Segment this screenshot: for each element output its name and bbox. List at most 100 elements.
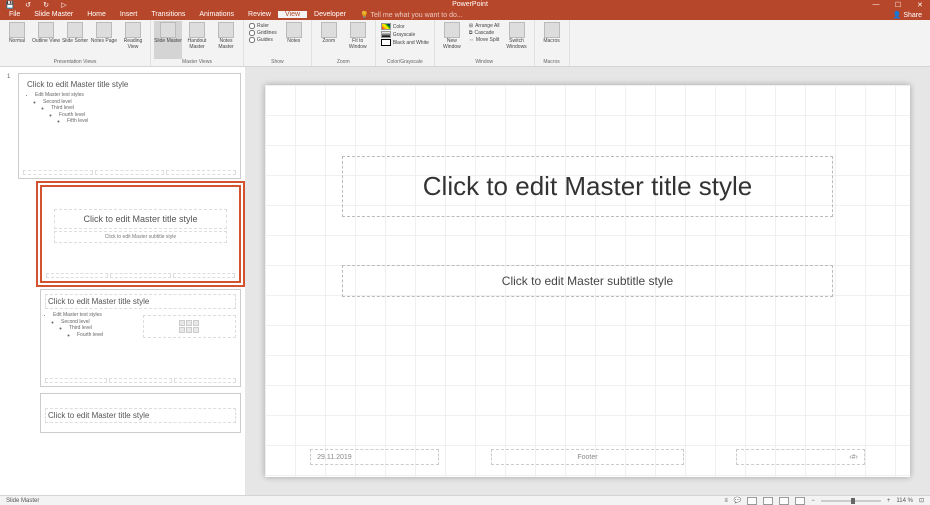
subtitle-placeholder[interactable]: Click to edit Master subtitle style xyxy=(342,265,832,297)
fit-to-window-status-button[interactable]: ⊡ xyxy=(919,497,924,504)
group-label: Zoom xyxy=(315,59,372,66)
status-left: Slide Master xyxy=(6,498,724,504)
slideshow-status-button[interactable] xyxy=(795,497,805,505)
handout-master-button[interactable]: Handout Master xyxy=(183,21,211,59)
gridlines-checkbox[interactable]: Gridlines xyxy=(249,30,277,36)
macros-button[interactable]: Macros xyxy=(538,21,566,59)
slide-master-button[interactable]: Slide Master xyxy=(154,21,182,59)
tell-me-label: Tell me what you want to do... xyxy=(370,12,462,19)
ruler-checkbox[interactable]: Ruler xyxy=(249,23,277,29)
group-color-grayscale: Color Grayscale Black and White Color/Gr… xyxy=(376,20,435,66)
thumb-title: Click to edit Master title style xyxy=(45,408,236,423)
group-label: Window xyxy=(438,59,531,66)
bw-option[interactable]: Black and White xyxy=(381,39,429,46)
tab-developer[interactable]: Developer xyxy=(307,11,353,18)
normal-view-button[interactable]: Normal xyxy=(3,21,31,59)
move-split-button[interactable]: ⇔Move Split xyxy=(469,37,500,43)
new-window-icon xyxy=(444,22,460,38)
sorter-icon xyxy=(67,22,83,38)
cascade-button[interactable]: ⧉Cascade xyxy=(469,30,500,36)
group-zoom: Zoom Fit to Window Zoom xyxy=(312,20,376,66)
title-bar: 💾 ↺ ↻ ▷ PowerPoint — ☐ ✕ xyxy=(0,0,930,9)
quick-access-toolbar: 💾 ↺ ↻ ▷ xyxy=(4,1,70,9)
normal-icon xyxy=(9,22,25,38)
maximize-button[interactable]: ☐ xyxy=(892,1,904,9)
sorter-view-status-button[interactable] xyxy=(763,497,773,505)
color-option[interactable]: Color xyxy=(381,23,429,30)
notes-master-button[interactable]: Notes Master xyxy=(212,21,240,59)
layout-thumbnail-section-header[interactable]: Click to edit Master title style xyxy=(40,393,241,433)
outline-view-button[interactable]: Outline View xyxy=(32,21,60,59)
master-thumbnail[interactable]: 1 Click to edit Master title style Edit … xyxy=(18,73,241,179)
window-controls: — ☐ ✕ xyxy=(870,1,926,9)
switch-icon xyxy=(509,22,525,38)
reading-icon xyxy=(125,22,141,38)
group-label: Master Views xyxy=(154,59,240,66)
tab-animations[interactable]: Animations xyxy=(192,11,241,18)
app-title: PowerPoint xyxy=(452,1,488,8)
footer-placeholder[interactable]: Footer xyxy=(491,449,685,465)
tab-home[interactable]: Home xyxy=(80,11,113,18)
slide-canvas[interactable]: Click to edit Master title style Click t… xyxy=(265,85,910,477)
comments-status-button[interactable]: 💬 xyxy=(734,497,741,504)
zoom-in-button[interactable]: + xyxy=(887,498,891,504)
group-master-views: Slide Master Handout Master Notes Master… xyxy=(151,20,244,66)
ribbon-tabs: File Slide Master Home Insert Transition… xyxy=(0,9,930,20)
thumb-bullets: Edit Master text styles Second level Thi… xyxy=(45,312,139,338)
bw-swatch-icon xyxy=(381,39,391,46)
save-icon[interactable]: 💾 xyxy=(4,1,16,9)
title-placeholder[interactable]: Click to edit Master title style xyxy=(342,156,832,217)
close-button[interactable]: ✕ xyxy=(914,1,926,9)
thumb-number: 1 xyxy=(7,74,10,80)
slide-editor: Click to edit Master title style Click t… xyxy=(245,67,930,495)
tab-insert[interactable]: Insert xyxy=(113,11,145,18)
tab-view[interactable]: View xyxy=(278,11,307,18)
layout-thumbnail-title-content[interactable]: Click to edit Master title style Edit Ma… xyxy=(40,289,241,387)
subtitle-text: Click to edit Master subtitle style xyxy=(351,274,823,288)
status-bar: Slide Master ≡ 💬 − + 114 % ⊡ xyxy=(0,495,930,505)
zoom-out-button[interactable]: − xyxy=(811,498,815,504)
redo-icon[interactable]: ↻ xyxy=(40,1,52,9)
arrange-all-button[interactable]: ⊞Arrange All xyxy=(469,23,500,29)
start-from-beginning-icon[interactable]: ▷ xyxy=(58,1,70,9)
zoom-slider[interactable] xyxy=(821,500,881,502)
thumb-subtitle: Click to edit Master subtitle style xyxy=(54,231,227,243)
tab-transitions[interactable]: Transitions xyxy=(144,11,192,18)
notes-page-button[interactable]: Notes Page xyxy=(90,21,118,59)
main-area: 1 Click to edit Master title style Edit … xyxy=(0,67,930,495)
group-label: Macros xyxy=(538,59,566,66)
normal-view-status-button[interactable] xyxy=(747,497,757,505)
grayscale-swatch-icon xyxy=(381,31,391,38)
thumb-title: Click to edit Master title style xyxy=(45,294,236,309)
minimize-button[interactable]: — xyxy=(870,1,882,9)
grayscale-option[interactable]: Grayscale xyxy=(381,31,429,38)
notes-icon xyxy=(286,22,302,38)
thumb-title: Click to edit Master title style xyxy=(54,209,227,229)
share-button[interactable]: 👤 Share xyxy=(885,11,930,19)
group-show: Ruler Gridlines Guides Notes Show xyxy=(244,20,312,66)
reading-view-status-button[interactable] xyxy=(779,497,789,505)
tab-file[interactable]: File xyxy=(2,11,27,18)
thumbnail-panel[interactable]: 1 Click to edit Master title style Edit … xyxy=(0,67,245,495)
new-window-button[interactable]: New Window xyxy=(438,21,466,59)
slide-number-placeholder[interactable]: ‹#› xyxy=(736,449,865,465)
tell-me-search[interactable]: 💡 Tell me what you want to do... xyxy=(353,11,470,19)
tab-slide-master[interactable]: Slide Master xyxy=(27,11,80,18)
fit-to-window-button[interactable]: Fit to Window xyxy=(344,21,372,59)
date-placeholder[interactable]: 29.11.2019 xyxy=(310,449,439,465)
zoom-button[interactable]: Zoom xyxy=(315,21,343,59)
notes-status-button[interactable]: ≡ xyxy=(724,498,728,504)
group-macros: Macros Macros xyxy=(535,20,570,66)
group-presentation-views: Normal Outline View Slide Sorter Notes P… xyxy=(0,20,151,66)
switch-windows-button[interactable]: Switch Windows xyxy=(503,21,531,59)
layout-thumbnail-title-slide[interactable]: Click to edit Master title style Click t… xyxy=(40,185,241,283)
undo-icon[interactable]: ↺ xyxy=(22,1,34,9)
macros-icon xyxy=(544,22,560,38)
reading-view-button[interactable]: Reading View xyxy=(119,21,147,59)
group-label: Presentation Views xyxy=(3,59,147,66)
zoom-level[interactable]: 114 % xyxy=(896,498,913,504)
slide-sorter-button[interactable]: Slide Sorter xyxy=(61,21,89,59)
notes-button[interactable]: Notes xyxy=(280,21,308,59)
tab-review[interactable]: Review xyxy=(241,11,278,18)
guides-checkbox[interactable]: Guides xyxy=(249,37,277,43)
